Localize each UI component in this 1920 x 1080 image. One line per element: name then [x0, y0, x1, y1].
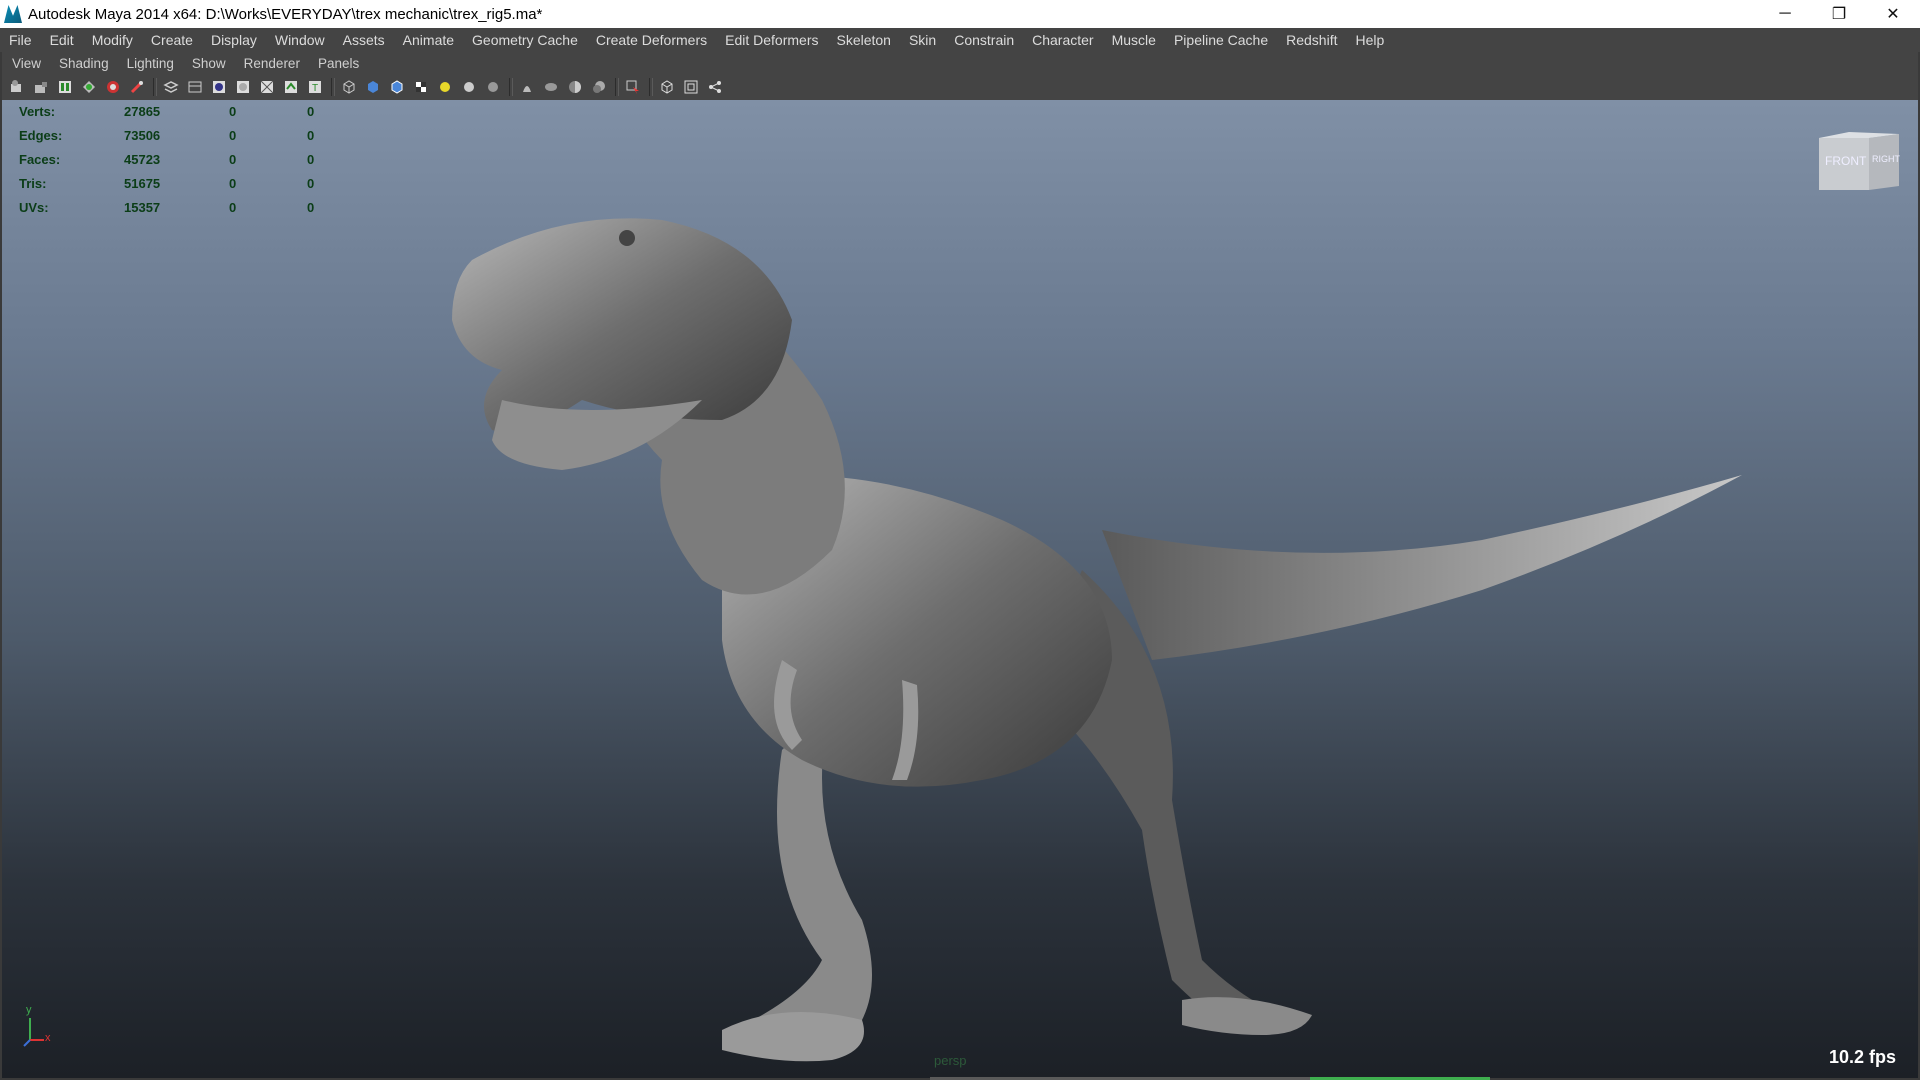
xray-joints-icon[interactable]: [518, 78, 536, 96]
toolbar-separator: [331, 78, 335, 96]
ao-icon[interactable]: [682, 78, 700, 96]
shaded-wireframe-icon[interactable]: [388, 78, 406, 96]
grid-icon[interactable]: [128, 78, 146, 96]
axis-y-label: y: [26, 1004, 32, 1016]
t-rex-model[interactable]: [2, 100, 1918, 1078]
toolbar-separator: [509, 78, 513, 96]
menu-create[interactable]: Create: [142, 32, 202, 48]
menu-help[interactable]: Help: [1346, 32, 1393, 48]
resolution-gate-icon[interactable]: [186, 78, 204, 96]
trex-left-foot: [722, 1012, 864, 1062]
image-plane-icon[interactable]: [104, 78, 122, 96]
restore-button[interactable]: ❐: [1812, 0, 1866, 28]
maya-app-icon[interactable]: [4, 5, 22, 23]
panel-menu-renderer[interactable]: Renderer: [234, 56, 308, 71]
xray-icon[interactable]: [484, 78, 502, 96]
select-camera-icon[interactable]: [8, 78, 26, 96]
gate-mask-icon[interactable]: [210, 78, 228, 96]
field-chart-icon[interactable]: [234, 78, 252, 96]
title-bar: Autodesk Maya 2014 x64: D:\Works\EVERYDA…: [0, 0, 1920, 28]
panel-menubar: View Shading Lighting Show Renderer Pane…: [2, 52, 1918, 74]
view-cube[interactable]: FRONT RIGHT: [1819, 130, 1900, 200]
menu-skin[interactable]: Skin: [900, 32, 945, 48]
menu-geometry-cache[interactable]: Geometry Cache: [463, 32, 587, 48]
minimize-button[interactable]: ─: [1758, 0, 1812, 28]
lock-camera-icon[interactable]: [32, 78, 50, 96]
isolate-select-icon[interactable]: [590, 78, 608, 96]
axis-indicator: y x: [18, 1004, 58, 1050]
panel-menu-shading[interactable]: Shading: [49, 56, 117, 71]
menu-edit-deformers[interactable]: Edit Deformers: [716, 32, 827, 48]
toolbar-separator: [615, 78, 619, 96]
menu-constrain[interactable]: Constrain: [945, 32, 1023, 48]
panel-menu-lighting[interactable]: Lighting: [117, 56, 182, 71]
fps-readout: 10.2 fps: [1828, 1047, 1896, 1067]
film-gate-icon[interactable]: [162, 78, 180, 96]
axis-x-label: x: [45, 1032, 51, 1044]
camera-selection-icon[interactable]: [624, 78, 642, 96]
trex-head: [452, 218, 792, 432]
menu-pipeline-cache[interactable]: Pipeline Cache: [1165, 32, 1277, 48]
menu-edit[interactable]: Edit: [41, 32, 83, 48]
trex-right-foot: [1182, 997, 1312, 1035]
menu-file[interactable]: File: [0, 32, 41, 48]
wireframe-icon[interactable]: [340, 78, 358, 96]
panel-menu-panels[interactable]: Panels: [308, 56, 367, 71]
toolbar-separator: [153, 78, 157, 96]
panel-menu-view[interactable]: View: [2, 56, 49, 71]
main-menubar: File Edit Modify Create Display Window A…: [0, 28, 1920, 52]
window-controls: ─ ❐ ✕: [1758, 0, 1920, 28]
smooth-shade-icon[interactable]: [364, 78, 382, 96]
menu-assets[interactable]: Assets: [334, 32, 394, 48]
menu-display[interactable]: Display: [202, 32, 266, 48]
menu-muscle[interactable]: Muscle: [1103, 32, 1165, 48]
camera-name-label: persp: [934, 1053, 967, 1068]
view-cube-front-label[interactable]: FRONT: [1825, 154, 1866, 168]
shadows-icon[interactable]: [460, 78, 478, 96]
use-all-lights-icon[interactable]: [436, 78, 454, 96]
safe-title-icon[interactable]: [282, 78, 300, 96]
view-cube-right-label[interactable]: RIGHT: [1872, 154, 1900, 164]
menu-create-deformers[interactable]: Create Deformers: [587, 32, 716, 48]
menu-animate[interactable]: Animate: [394, 32, 463, 48]
smooth-preview-icon[interactable]: [566, 78, 584, 96]
menu-modify[interactable]: Modify: [83, 32, 142, 48]
textured-icon[interactable]: [412, 78, 430, 96]
camera-attributes-icon[interactable]: [56, 78, 74, 96]
window-title: Autodesk Maya 2014 x64: D:\Works\EVERYDA…: [28, 5, 543, 23]
panel-menu-show[interactable]: Show: [182, 56, 234, 71]
close-button[interactable]: ✕: [1866, 0, 1920, 28]
safe-action-icon[interactable]: [258, 78, 276, 96]
menu-character[interactable]: Character: [1023, 32, 1102, 48]
trex-eye: [619, 230, 635, 246]
motion-blur-icon[interactable]: [706, 78, 724, 96]
high-quality-icon[interactable]: [658, 78, 676, 96]
svg-text:T: T: [312, 83, 318, 94]
backface-culling-icon[interactable]: [542, 78, 560, 96]
trex-tail: [1102, 475, 1742, 660]
toolbar-separator: [649, 78, 653, 96]
bookmarks-icon[interactable]: [80, 78, 98, 96]
text-title-icon[interactable]: T: [306, 78, 324, 96]
panel-toolbar: T: [2, 74, 1918, 100]
menu-skeleton[interactable]: Skeleton: [827, 32, 899, 48]
menu-window[interactable]: Window: [266, 32, 334, 48]
perspective-viewport[interactable]: Verts: 27865 0 0 Edges: 73506 0 0 Faces:…: [2, 100, 1918, 1078]
menu-redshift[interactable]: Redshift: [1277, 32, 1346, 48]
